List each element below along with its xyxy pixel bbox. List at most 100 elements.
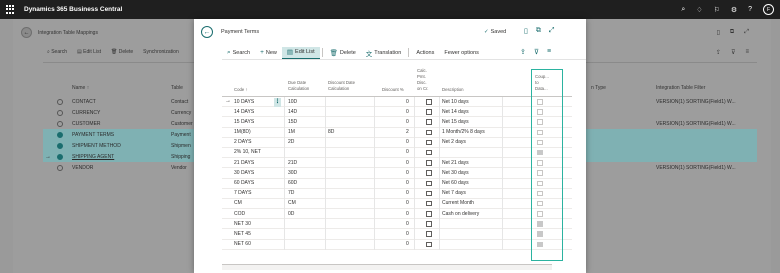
cell-discount-pct[interactable]: 0 — [406, 160, 409, 166]
cell-discount-pct[interactable]: 0 — [406, 190, 409, 196]
cell-code[interactable]: NET 30 — [234, 221, 251, 227]
cell-discount-pct[interactable]: 0 — [406, 149, 409, 155]
table-row[interactable]: NET 45 0 — [222, 229, 572, 240]
cell-code[interactable]: NET 60 — [234, 241, 251, 247]
cell-code[interactable]: 14 DAYS — [234, 109, 254, 115]
bg-synchronization-button[interactable]: Synchronization — [143, 49, 179, 55]
coupled-to-dataverse-checkbox[interactable] — [537, 99, 543, 105]
coupled-to-dataverse-checkbox[interactable] — [537, 211, 543, 217]
share-icon[interactable]: ⇪ — [520, 48, 526, 56]
coupled-to-dataverse-checkbox[interactable] — [537, 139, 543, 146]
table-row[interactable]: 2 DAYS 2D 0 Net 2 days — [222, 137, 572, 148]
open-new-window-icon[interactable]: ⧉ — [536, 27, 541, 35]
cell-description[interactable]: Net 2 days — [442, 139, 466, 145]
bell-icon[interactable]: ♢ — [696, 6, 702, 14]
coupled-to-dataverse-checkbox[interactable] — [537, 200, 543, 207]
cell-code[interactable]: 2 DAYS — [234, 139, 251, 145]
cell-due-date[interactable]: 2D — [288, 139, 294, 145]
cell-due-date[interactable]: 21D — [288, 160, 297, 166]
cell-due-date[interactable]: 60D — [288, 180, 297, 186]
cell-code[interactable]: 30 DAYS — [234, 170, 254, 176]
calc-pmt-disc-checkbox[interactable] — [426, 190, 432, 197]
col-code[interactable]: Code ↑ — [234, 87, 248, 93]
flag-icon[interactable]: ⚐ — [714, 6, 720, 14]
cell-discount-pct[interactable]: 0 — [406, 211, 409, 217]
cell-discount-pct[interactable]: 0 — [406, 170, 409, 176]
coupled-to-dataverse-checkbox[interactable] — [537, 180, 543, 186]
filter-icon[interactable]: ⊽ — [534, 48, 539, 56]
col-discount-date[interactable]: Discount Date Calculation — [328, 80, 355, 92]
table-row[interactable]: 30 DAYS 30D 0 Net 30 days — [222, 168, 572, 179]
table-row[interactable]: NET 30 0 — [222, 219, 572, 230]
cell-discount-pct[interactable]: 0 — [406, 231, 409, 237]
calc-pmt-disc-checkbox[interactable] — [426, 231, 432, 237]
table-row[interactable]: 15 DAYS 15D 0 Net 15 days — [222, 117, 572, 128]
bookmark-icon[interactable]: ▯ — [524, 27, 528, 35]
coupled-to-dataverse-checkbox[interactable] — [537, 231, 543, 237]
col-description[interactable]: Description — [442, 87, 464, 93]
col-discount-pct[interactable]: Discount % — [382, 87, 404, 93]
col-due-date[interactable]: Due Date Calculation — [288, 80, 309, 92]
cell-code[interactable]: 7 DAYS — [234, 190, 251, 196]
cell-discount-pct[interactable]: 0 — [406, 139, 409, 145]
open-new-window-icon[interactable]: ⧉ — [730, 29, 734, 36]
new-line-row[interactable] — [222, 264, 552, 270]
share-icon[interactable]: ⇪ — [716, 49, 721, 56]
table-row[interactable]: 21 DAYS 21D 0 Net 21 days — [222, 158, 572, 169]
gear-icon[interactable]: ⚙ — [731, 6, 737, 14]
list-view-icon[interactable]: ≡ — [745, 49, 749, 56]
cell-due-date[interactable]: 30D — [288, 170, 297, 176]
cell-description[interactable]: Current Month — [442, 200, 474, 206]
calc-pmt-disc-checkbox[interactable] — [426, 241, 432, 248]
table-row[interactable]: → ⋮ 10 DAYS 10D 0 Net 10 days — [222, 97, 572, 108]
cell-description[interactable]: Net 7 days — [442, 190, 466, 196]
cell-code[interactable]: COD — [234, 211, 245, 217]
bg-col-type[interactable]: n Type — [591, 85, 606, 91]
table-row[interactable]: 2% 10, NET 0 — [222, 147, 572, 159]
col-coupled-to-dataverse[interactable]: Coup... to Data... — [535, 74, 549, 92]
cell-code[interactable]: NET 45 — [234, 231, 251, 237]
coupled-to-dataverse-checkbox[interactable] — [537, 149, 543, 156]
cell-code[interactable]: 60 DAYS — [234, 180, 254, 186]
cell-discount-pct[interactable]: 0 — [406, 109, 409, 115]
cell-code[interactable]: 2% 10, NET — [234, 149, 261, 155]
cell-due-date[interactable]: 14D — [288, 109, 297, 115]
cell-description[interactable]: Net 60 days — [442, 180, 469, 186]
coupled-to-dataverse-checkbox[interactable] — [537, 190, 543, 197]
table-row[interactable]: COD 0D 0 Cash on delivery — [222, 209, 572, 220]
list-view-icon[interactable]: ≡ — [547, 48, 551, 56]
cell-description[interactable]: 1 Month/2% 8 days — [442, 129, 485, 135]
bg-col-name[interactable]: Name ↑ — [72, 85, 89, 91]
table-row[interactable]: NET 60 0 — [222, 239, 572, 250]
coupled-to-dataverse-checkbox[interactable] — [537, 170, 543, 176]
calc-pmt-disc-checkbox[interactable] — [426, 139, 432, 146]
table-row[interactable]: 1M(8D) 1M 8D 2 1 Month/2% 8 days — [222, 127, 572, 138]
cell-description[interactable]: Cash on delivery — [442, 211, 479, 217]
fewer-options-button[interactable]: Fewer options — [439, 47, 484, 59]
row-menu-button[interactable]: ⋮ — [274, 98, 281, 107]
bg-col-filter[interactable]: Integration Table Filter — [656, 85, 705, 91]
col-calc-pmt-disc[interactable]: Calc. Pmt. Disc. on Cr. — [417, 68, 428, 92]
cell-description[interactable]: Net 10 days — [442, 99, 469, 105]
cell-description[interactable]: Net 21 days — [442, 160, 469, 166]
expand-icon[interactable]: ⤢ — [744, 29, 749, 36]
cell-code[interactable]: CM — [234, 200, 242, 206]
app-launcher-icon[interactable] — [6, 4, 16, 15]
calc-pmt-disc-checkbox[interactable] — [426, 170, 432, 176]
cell-due-date[interactable]: 7D — [288, 190, 294, 196]
bg-back-button[interactable]: ← — [21, 27, 32, 38]
table-row[interactable]: 60 DAYS 60D 0 Net 60 days — [222, 178, 572, 189]
calc-pmt-disc-checkbox[interactable] — [426, 109, 432, 115]
delete-button[interactable]: 🗑 Delete — [325, 47, 361, 59]
bg-search-button[interactable]: ⌕ Search — [47, 49, 67, 55]
new-button[interactable]: + New — [255, 47, 282, 59]
cell-code[interactable]: 10 DAYS — [234, 99, 254, 105]
cell-due-date[interactable]: 1M — [288, 129, 295, 135]
coupled-to-dataverse-checkbox[interactable] — [537, 119, 543, 125]
cell-due-date[interactable]: 15D — [288, 119, 297, 125]
calc-pmt-disc-checkbox[interactable] — [426, 119, 432, 125]
cell-description[interactable]: Net 14 days — [442, 109, 469, 115]
actions-menu[interactable]: Actions — [411, 47, 439, 59]
filter-icon[interactable]: ⊽ — [731, 49, 735, 56]
cell-description[interactable]: Net 15 days — [442, 119, 469, 125]
